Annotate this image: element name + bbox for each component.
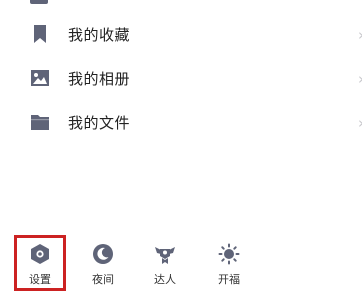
- sun-icon: [218, 243, 240, 265]
- folder-icon: [31, 115, 49, 130]
- night-mode-icon: [93, 244, 113, 264]
- bookmark-icon: [34, 25, 46, 43]
- photo-icon: [31, 70, 49, 86]
- menu-item-label: 我的文件: [68, 114, 131, 132]
- settings-icon: [31, 244, 49, 264]
- night-mode-label: 夜间: [92, 273, 114, 286]
- partial-menu-icon: [30, 0, 48, 4]
- chevron-right-icon: ›: [358, 114, 362, 132]
- menu-item-label: 我的收藏: [68, 26, 131, 44]
- expert-button[interactable]: 达人: [140, 234, 190, 292]
- menu-list: 我的收藏 › 我的相册 › 我的文件 ›: [0, 13, 362, 145]
- settings-label: 设置: [29, 273, 51, 286]
- chevron-right-icon: ›: [358, 26, 362, 44]
- bottom-action-bar: 设置 夜间 达人 开福: [0, 234, 362, 294]
- menu-item-favorites[interactable]: 我的收藏 ›: [0, 13, 362, 57]
- chevron-right-icon: ›: [358, 70, 362, 88]
- menu-item-album[interactable]: 我的相册 ›: [0, 57, 362, 101]
- expert-icon: [155, 247, 175, 264]
- settings-button[interactable]: 设置: [15, 234, 65, 292]
- menu-item-label: 我的相册: [68, 70, 131, 88]
- night-mode-button[interactable]: 夜间: [78, 234, 128, 292]
- profile-screen: 我的收藏 › 我的相册 › 我的文件 ›: [0, 0, 362, 296]
- fortune-button[interactable]: 开福: [204, 234, 254, 292]
- expert-label: 达人: [154, 273, 176, 286]
- menu-item-files[interactable]: 我的文件 ›: [0, 101, 362, 145]
- fortune-label: 开福: [218, 273, 240, 286]
